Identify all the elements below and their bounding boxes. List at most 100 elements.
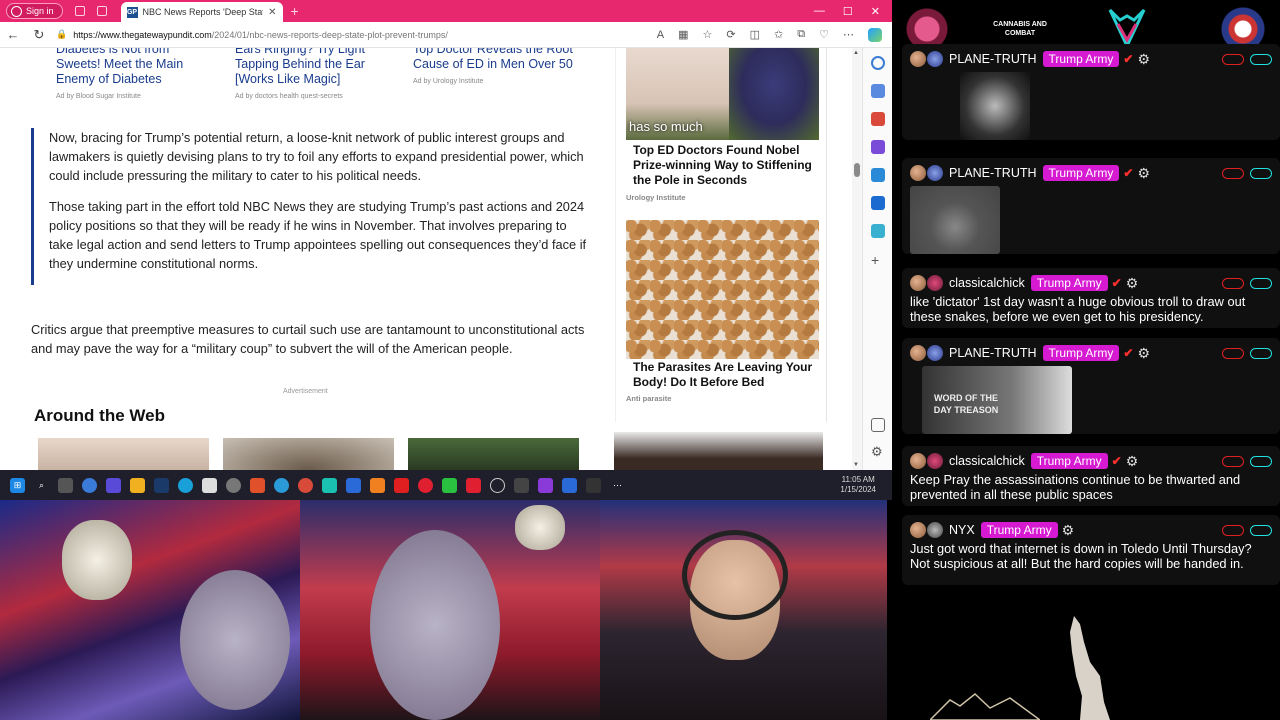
search-icon[interactable]: [871, 56, 885, 70]
ad-card[interactable]: Top Doctor Reveals the Root Cause of ED …: [413, 48, 573, 85]
ad-title[interactable]: Top Doctor Reveals the Root Cause of ED …: [413, 48, 573, 72]
gear-icon[interactable]: ⚙: [1137, 345, 1150, 362]
app-icon[interactable]: [562, 477, 577, 493]
teams-icon[interactable]: [106, 477, 121, 493]
read-aloud-icon[interactable]: A: [657, 29, 664, 41]
settings-gear-icon[interactable]: ⚙: [871, 445, 885, 460]
tools-icon[interactable]: [871, 112, 885, 126]
noose-image: [910, 186, 1000, 254]
close-window-icon[interactable]: ✕: [871, 5, 880, 18]
steam-icon[interactable]: [154, 477, 169, 493]
chat-username[interactable]: NYX: [949, 523, 975, 537]
app-icon[interactable]: [322, 477, 337, 493]
search-icon[interactable]: ⌕: [34, 478, 49, 493]
maximize-icon[interactable]: ☐: [843, 5, 853, 18]
app-icon[interactable]: [586, 477, 601, 493]
ad-image-caption: has so much: [629, 119, 703, 134]
copilot-icon[interactable]: [868, 27, 882, 42]
split-screen-icon[interactable]: ◫: [750, 28, 760, 41]
telegram-icon[interactable]: [274, 477, 289, 493]
chat-app-icon[interactable]: [82, 477, 97, 493]
shopping-icon[interactable]: [871, 84, 885, 98]
file-explorer-icon[interactable]: [130, 477, 145, 493]
favorite-star-icon[interactable]: ☆: [703, 28, 713, 41]
back-icon[interactable]: ←: [0, 27, 26, 42]
ad-card[interactable]: Ears Ringing? Try Light Tapping Behind t…: [235, 48, 395, 100]
browser-window: Sign in GP NBC News Reports 'Deep State'…: [0, 0, 892, 470]
chat-username[interactable]: classicalchick: [949, 276, 1025, 290]
collections-icon[interactable]: ⧉: [797, 28, 805, 41]
ad-image[interactable]: has so much: [626, 48, 819, 140]
zoom-icon[interactable]: [346, 477, 361, 493]
edge-icon[interactable]: [178, 477, 193, 493]
tab-actions-icon[interactable]: [96, 6, 107, 16]
chrome-icon[interactable]: [298, 477, 313, 493]
close-tab-icon[interactable]: ✕: [268, 7, 276, 18]
add-sidebar-icon[interactable]: +: [871, 253, 885, 268]
sign-in-button[interactable]: Sign in: [6, 3, 63, 19]
cyan-pill-icon: [1250, 347, 1272, 359]
browser-essentials-icon[interactable]: ♡: [819, 28, 829, 41]
minimize-icon[interactable]: —: [814, 5, 825, 18]
role-badge: Trump Army: [1030, 453, 1108, 469]
avatar-badge: [927, 522, 943, 538]
refresh-icon[interactable]: ↻: [26, 27, 52, 43]
workspaces-icon[interactable]: [74, 6, 85, 16]
app-icon[interactable]: [514, 477, 529, 493]
send-icon[interactable]: [871, 224, 885, 238]
more-apps-icon[interactable]: ⋯: [610, 478, 625, 493]
app-available-icon[interactable]: ▦: [678, 28, 688, 41]
ad-title[interactable]: Ears Ringing? Try Light Tapping Behind t…: [235, 48, 395, 87]
task-view-icon[interactable]: [58, 477, 73, 493]
app-icon[interactable]: [538, 477, 553, 493]
favorites-icon[interactable]: ✩: [774, 28, 783, 41]
ad-card[interactable]: Diabetes is Not from Sweets! Meet the Ma…: [56, 48, 216, 100]
chat-username[interactable]: PLANE-TRUTH: [949, 52, 1037, 66]
around-web-thumbnail[interactable]: [408, 438, 579, 470]
gear-icon[interactable]: ⚙: [1126, 275, 1139, 292]
store-icon[interactable]: [202, 477, 217, 493]
chat-message-header: classicalchick Trump Army ✔ ⚙: [910, 452, 1272, 470]
chat-username[interactable]: PLANE-TRUTH: [949, 166, 1037, 180]
status-pills: [1222, 167, 1272, 179]
more-menu-icon[interactable]: ⋯: [843, 28, 854, 41]
ad-image[interactable]: [626, 220, 819, 359]
sidebar-toggle-icon[interactable]: [871, 418, 885, 432]
scrollbar-thumb[interactable]: [854, 163, 860, 177]
around-web-thumbnail[interactable]: [223, 438, 394, 470]
gear-icon[interactable]: ⚙: [1137, 165, 1150, 182]
brave-icon[interactable]: [250, 477, 265, 493]
ad-title[interactable]: The Parasites Are Leaving Your Body! Do …: [633, 360, 818, 390]
system-clock[interactable]: 11:05 AM 1/15/2024: [840, 475, 892, 495]
tab-active[interactable]: GP NBC News Reports 'Deep State' P ✕: [120, 2, 283, 22]
opera-icon[interactable]: [418, 477, 433, 493]
settings-icon[interactable]: [226, 477, 241, 493]
around-web-thumbnail[interactable]: [38, 438, 209, 470]
ad-title[interactable]: Top ED Doctors Found Nobel Prize-winning…: [633, 143, 818, 188]
teddy-bear: [180, 570, 290, 710]
app-icon[interactable]: [466, 477, 481, 493]
scrollbar[interactable]: ▲ ▼: [852, 48, 862, 470]
start-windows-icon[interactable]: ⊞: [10, 477, 25, 493]
chat-username[interactable]: PLANE-TRUTH: [949, 346, 1037, 360]
new-tab-icon[interactable]: +: [291, 3, 299, 19]
scroll-down-icon[interactable]: ▼: [853, 462, 859, 468]
ad-image[interactable]: [614, 432, 823, 470]
office-icon[interactable]: [871, 168, 885, 182]
rumble-icon[interactable]: [442, 477, 457, 493]
games-icon[interactable]: [871, 140, 885, 154]
avatar-badge: [927, 345, 943, 361]
url-field[interactable]: 🔒 https://www.thegatewaypundit.com/2024/…: [56, 25, 536, 45]
youtube-icon[interactable]: [394, 477, 409, 493]
obs-icon[interactable]: [490, 477, 505, 493]
chat-username[interactable]: classicalchick: [949, 454, 1025, 468]
red-pill-icon: [1222, 277, 1244, 289]
extension-icon[interactable]: ⟳: [726, 28, 735, 41]
vlc-icon[interactable]: [370, 477, 385, 493]
gear-icon[interactable]: ⚙: [1126, 453, 1139, 470]
gear-icon[interactable]: ⚙: [1062, 522, 1075, 539]
outlook-icon[interactable]: [871, 196, 885, 210]
ad-title[interactable]: Diabetes is Not from Sweets! Meet the Ma…: [56, 48, 216, 87]
gear-icon[interactable]: ⚙: [1137, 51, 1150, 68]
scroll-up-icon[interactable]: ▲: [853, 50, 859, 56]
